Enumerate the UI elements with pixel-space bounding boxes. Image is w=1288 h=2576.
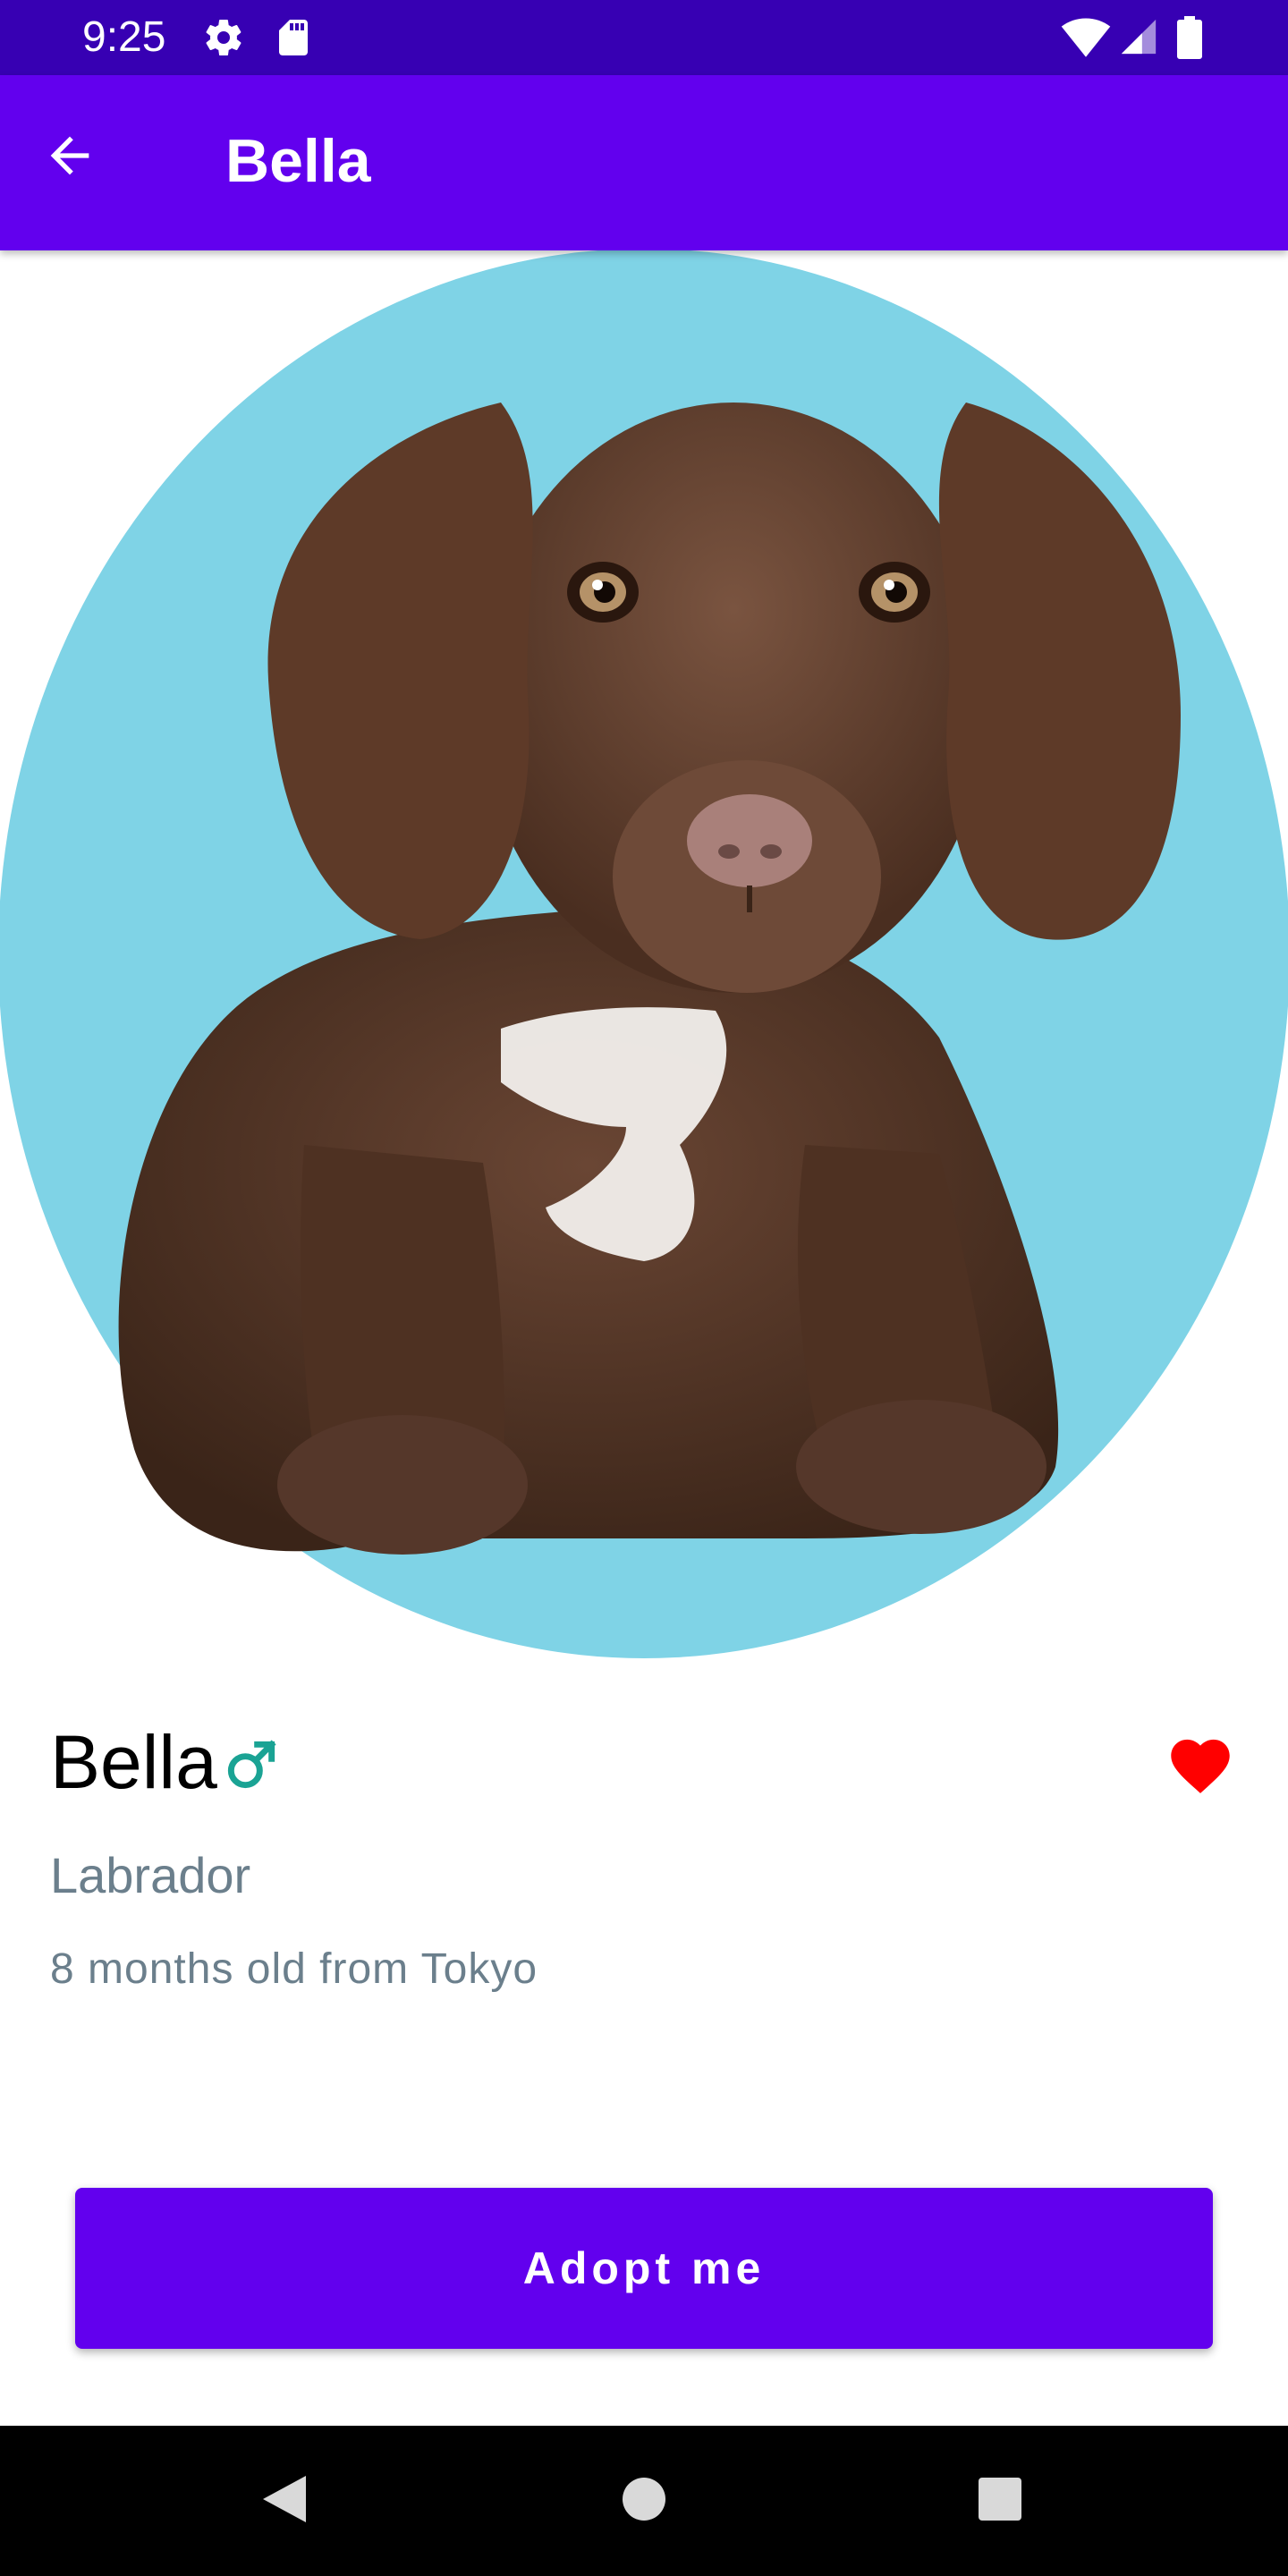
wifi-icon (1061, 14, 1111, 64)
adopt-button[interactable]: Adopt me (75, 2188, 1213, 2349)
back-button[interactable] (27, 114, 113, 200)
recents-square-icon (977, 2476, 1023, 2527)
pet-details: 8 months old from Tokyo (50, 1945, 538, 1993)
settings-icon (202, 16, 245, 64)
status-bar: 9:25 (0, 0, 1288, 75)
pet-detail-screen: 9:25 Bella Bella Labrador 8 months old f… (0, 0, 1288, 2576)
nav-back-button[interactable] (240, 2456, 329, 2546)
page-title: Bella (225, 127, 371, 195)
back-triangle-icon (259, 2472, 309, 2530)
battery-icon (1177, 16, 1202, 64)
pet-name: Bella (50, 1720, 217, 1804)
sd-card-icon (272, 16, 315, 64)
nav-home-button[interactable] (599, 2456, 689, 2546)
arrow-left-icon (41, 127, 98, 189)
male-gender-icon (223, 1736, 280, 1798)
system-navigation-bar (0, 2426, 1288, 2576)
pet-name-row: Bella (50, 1713, 280, 1811)
pet-photo (0, 249, 1288, 1664)
status-time: 9:25 (82, 13, 166, 61)
home-circle-icon (621, 2476, 667, 2527)
nav-recents-button[interactable] (955, 2456, 1045, 2546)
signal-icon (1118, 16, 1159, 62)
dog-image (0, 249, 1288, 1658)
app-bar: Bella (0, 75, 1288, 250)
pet-breed: Labrador (50, 1847, 251, 1903)
heart-icon (1165, 1731, 1236, 1800)
favorite-button[interactable] (1154, 1722, 1247, 1808)
